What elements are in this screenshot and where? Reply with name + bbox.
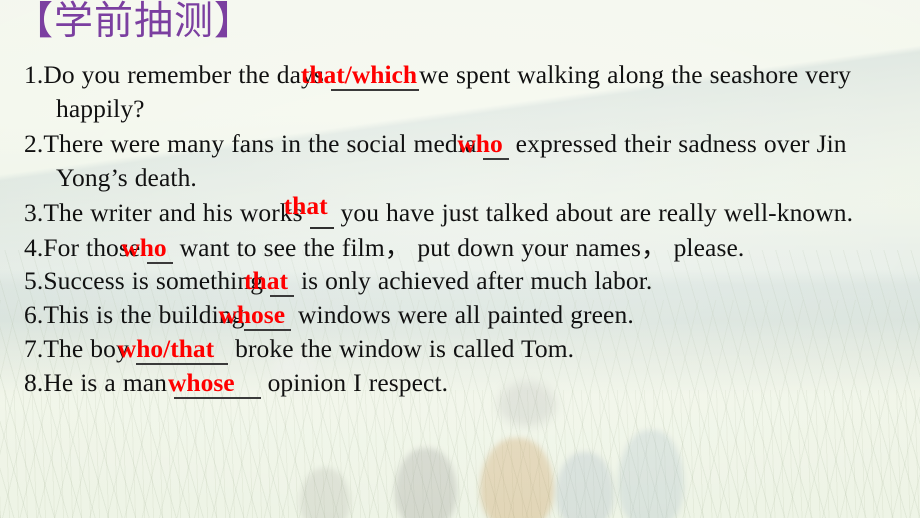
answer-blank-4[interactable]: who: [121, 233, 173, 264]
answer-text: who/that: [117, 334, 215, 364]
answer-blank-2[interactable]: who: [457, 129, 509, 160]
answer-blank-5[interactable]: that: [244, 267, 294, 298]
answer-text: who: [121, 232, 167, 262]
answer-blank-7[interactable]: who/that: [118, 335, 229, 366]
slide-canvas: 【学前抽测】 1.Do you remember the days that/w…: [0, 0, 920, 518]
answer-blank-1[interactable]: that/which: [301, 60, 420, 92]
question-text-before: There were many fans in the social media: [43, 128, 484, 158]
answer-text: who: [457, 128, 503, 158]
question-text-after: opinion I respect.: [260, 368, 449, 398]
background-person-silhouette: [300, 468, 350, 518]
question-item-2: 2.There were many fans in the social med…: [0, 127, 920, 195]
background-person-silhouette: [618, 430, 684, 518]
question-text-after: want to see the film， put down your name…: [172, 232, 745, 262]
answer-blank-6[interactable]: whose: [218, 301, 292, 332]
answer-text: that: [283, 190, 328, 220]
question-item-6: 6.This is the buildingwhose windows were…: [0, 298, 920, 332]
answer-blank-3[interactable]: that: [284, 191, 334, 229]
question-item-4: 4.For those who want to see the film， pu…: [0, 231, 920, 265]
answer-text: whose: [168, 368, 235, 398]
answer-blank-8[interactable]: whose: [168, 369, 261, 400]
question-number: 6.: [24, 300, 44, 330]
question-text-before: This is the building: [43, 300, 245, 330]
question-item-5: 5.Success is something that is only achi…: [0, 264, 920, 298]
question-text-after: broke the window is called Tom.: [228, 334, 575, 364]
question-text-before: The writer and his works: [43, 197, 310, 227]
question-number: 2.: [24, 128, 44, 158]
answer-text: whose: [218, 300, 286, 330]
question-text-before: Do you remember the days: [43, 60, 331, 89]
question-item-8: 8.He is a man whose opinion I respect.: [0, 366, 920, 400]
question-item-3: 3.The writer and his works that you have…: [0, 191, 920, 230]
question-item-7: 7.The boy who/that broke the window is c…: [0, 332, 920, 366]
question-number: 7.: [24, 334, 44, 364]
question-number: 4.: [24, 232, 44, 262]
question-number: 1.: [24, 60, 44, 89]
question-number: 3.: [24, 197, 44, 227]
question-number: 8.: [24, 368, 44, 398]
question-text-before: Success is something: [43, 266, 271, 296]
background-grass-near: [0, 390, 920, 518]
answer-text: that/which: [300, 60, 418, 89]
question-text-after: is only achieved after much labor.: [293, 266, 653, 296]
question-text-after: you have just talked about are really we…: [333, 197, 854, 227]
question-list: 1.Do you remember the days that/whichwe …: [0, 58, 920, 400]
background-person-silhouette: [556, 452, 614, 518]
question-text-before: He is a man: [43, 368, 174, 398]
question-number: 5.: [24, 266, 44, 296]
slide-title: 【学前抽测】: [14, 0, 255, 44]
question-text-after: windows were all painted green.: [291, 300, 634, 330]
answer-text: that: [244, 266, 288, 296]
background-person-silhouette: [395, 448, 457, 518]
question-item-1: 1.Do you remember the days that/whichwe …: [0, 58, 920, 126]
background-person-silhouette: [480, 438, 554, 518]
